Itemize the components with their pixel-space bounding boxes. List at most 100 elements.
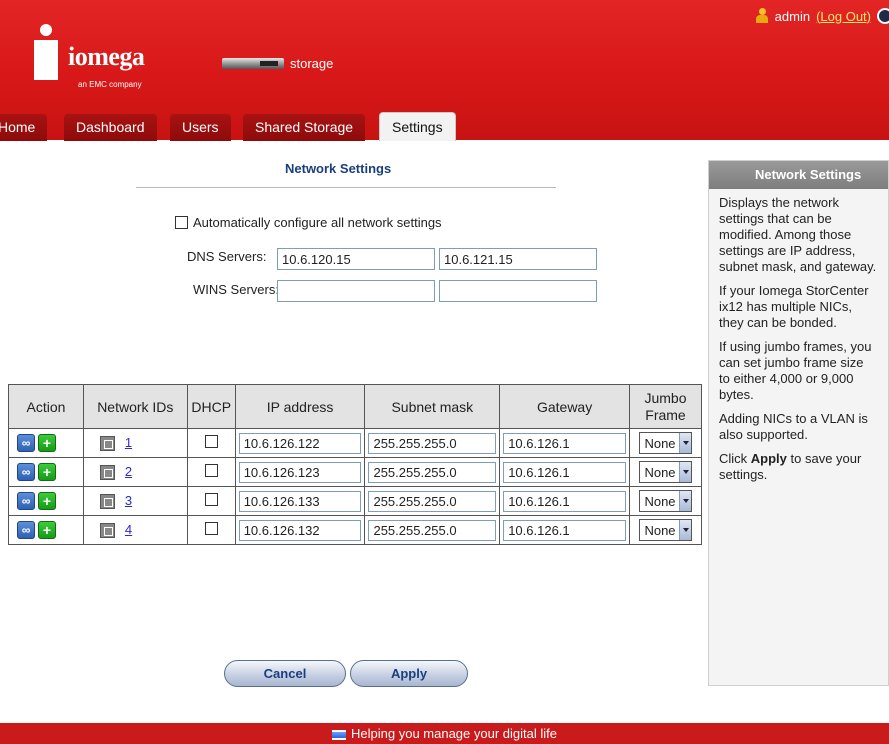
- help-paragraph: If your Iomega StorCenter ix12 has multip…: [719, 283, 869, 330]
- dns-server-2-input[interactable]: [439, 248, 597, 270]
- dhcp-checkbox[interactable]: [204, 522, 218, 535]
- footer: Helping you manage your digital life: [0, 723, 889, 744]
- network-icon: [99, 523, 115, 539]
- jumbo-frame-value: None: [644, 493, 676, 509]
- ip-address-input[interactable]: [238, 432, 362, 454]
- col-jumbo-frame: Jumbo Frame: [628, 384, 703, 429]
- dns-server-1-input[interactable]: [277, 248, 435, 270]
- wins-servers-label: WINS Servers:: [193, 282, 279, 297]
- title-divider: [136, 187, 556, 188]
- gateway-cell: [499, 515, 630, 545]
- footer-logo-icon: [332, 729, 347, 740]
- device-label: storage: [290, 56, 334, 71]
- network-id-cell: 3: [82, 486, 188, 516]
- dhcp-checkbox[interactable]: [204, 493, 218, 506]
- network-table: Action Network IDs DHCP IP address Subne…: [8, 384, 703, 545]
- ip-address-input[interactable]: [238, 461, 362, 483]
- jumbo-frame-select[interactable]: None: [639, 432, 692, 454]
- subnet-cell: [364, 428, 501, 458]
- col-action: Action: [8, 384, 84, 429]
- bond-link-icon[interactable]: ∞: [17, 521, 35, 539]
- tab-home[interactable]: Home: [0, 114, 48, 141]
- gateway-input[interactable]: [503, 490, 626, 512]
- table-row: ∞+ 4 None: [8, 515, 703, 545]
- wins-server-2-input[interactable]: [439, 280, 597, 302]
- dhcp-cell: [186, 486, 236, 516]
- tab-settings[interactable]: Settings: [379, 112, 456, 141]
- jumbo-cell: None: [628, 457, 703, 487]
- gateway-cell: [499, 486, 630, 516]
- gateway-input[interactable]: [503, 461, 626, 483]
- chevron-down-icon: [678, 433, 691, 453]
- user-bar: admin (Log Out): [755, 8, 889, 24]
- settings-content: Network Settings Automatically configure…: [0, 141, 889, 723]
- ip-cell: [234, 428, 366, 458]
- ip-address-input[interactable]: [238, 490, 362, 512]
- network-id-link[interactable]: 2: [125, 464, 132, 479]
- add-vlan-icon[interactable]: +: [38, 521, 56, 539]
- jumbo-frame-select[interactable]: None: [639, 519, 692, 541]
- gateway-input[interactable]: [503, 519, 626, 541]
- apply-button[interactable]: Apply: [350, 660, 468, 687]
- table-header-row: Action Network IDs DHCP IP address Subne…: [8, 384, 703, 429]
- gateway-cell: [499, 428, 630, 458]
- help-panel-title: Network Settings: [709, 161, 888, 189]
- subnet-mask-input[interactable]: [368, 490, 497, 512]
- dhcp-checkbox[interactable]: [204, 435, 218, 448]
- table-row: ∞+ 2 None: [8, 457, 703, 487]
- network-icon: [99, 436, 115, 452]
- network-id-link[interactable]: 3: [125, 493, 132, 508]
- logout-link[interactable]: (Log Out): [816, 9, 871, 24]
- main-tabs: Home Dashboard Users Shared Storage Sett…: [0, 112, 889, 141]
- col-ip-address: IP address: [234, 384, 366, 429]
- chevron-down-icon: [678, 491, 691, 511]
- action-cell: ∞ +: [8, 428, 84, 458]
- dhcp-cell: [186, 428, 236, 458]
- network-id-link[interactable]: 1: [125, 435, 132, 450]
- ip-address-input[interactable]: [238, 519, 362, 541]
- action-cell: ∞ +: [8, 457, 84, 487]
- help-panel-body: Displays the network settings that can be…: [709, 189, 889, 483]
- help-icon[interactable]: [877, 8, 889, 24]
- help-paragraph: Adding NICs to a VLAN is also supported.: [719, 411, 868, 442]
- bond-link-icon[interactable]: ∞: [17, 434, 35, 452]
- bond-link-icon[interactable]: ∞: [17, 492, 35, 510]
- network-id-link[interactable]: 4: [125, 522, 132, 537]
- jumbo-frame-select[interactable]: None: [639, 490, 692, 512]
- tab-dashboard[interactable]: Dashboard: [64, 114, 157, 141]
- jumbo-cell: None: [628, 486, 703, 516]
- tab-shared-storage[interactable]: Shared Storage: [243, 114, 366, 141]
- cancel-button[interactable]: Cancel: [224, 660, 346, 687]
- auto-config-row: Automatically configure all network sett…: [175, 215, 442, 230]
- ip-cell: [234, 486, 366, 516]
- tab-users[interactable]: Users: [170, 114, 231, 141]
- col-network-ids: Network IDs: [82, 384, 188, 429]
- add-vlan-icon[interactable]: +: [38, 463, 56, 481]
- page-title: Network Settings: [285, 161, 392, 176]
- ip-cell: [234, 457, 366, 487]
- col-dhcp: DHCP: [186, 384, 236, 429]
- help-paragraph: Displays the network settings that can be…: [719, 195, 877, 274]
- bond-link-icon[interactable]: ∞: [17, 463, 35, 481]
- subnet-mask-input[interactable]: [368, 432, 497, 454]
- wins-server-1-input[interactable]: [277, 280, 435, 302]
- subnet-mask-input[interactable]: [368, 461, 497, 483]
- subnet-mask-input[interactable]: [368, 519, 497, 541]
- auto-config-checkbox[interactable]: [175, 216, 188, 229]
- gateway-input[interactable]: [503, 432, 626, 454]
- col-subnet-mask: Subnet mask: [364, 384, 501, 429]
- subnet-cell: [364, 486, 501, 516]
- dhcp-cell: [186, 515, 236, 545]
- action-cell: ∞ +: [8, 515, 84, 545]
- network-icon: [99, 494, 115, 510]
- add-vlan-icon[interactable]: +: [38, 492, 56, 510]
- network-id-cell: 4: [82, 515, 188, 545]
- action-cell: ∞ +: [8, 486, 84, 516]
- chevron-down-icon: [678, 462, 691, 482]
- add-vlan-icon[interactable]: +: [38, 434, 56, 452]
- brand-name: iomega: [68, 42, 145, 71]
- jumbo-frame-select[interactable]: None: [639, 461, 692, 483]
- storage-device-icon: [222, 58, 284, 69]
- dhcp-checkbox[interactable]: [204, 464, 218, 477]
- subnet-cell: [364, 515, 501, 545]
